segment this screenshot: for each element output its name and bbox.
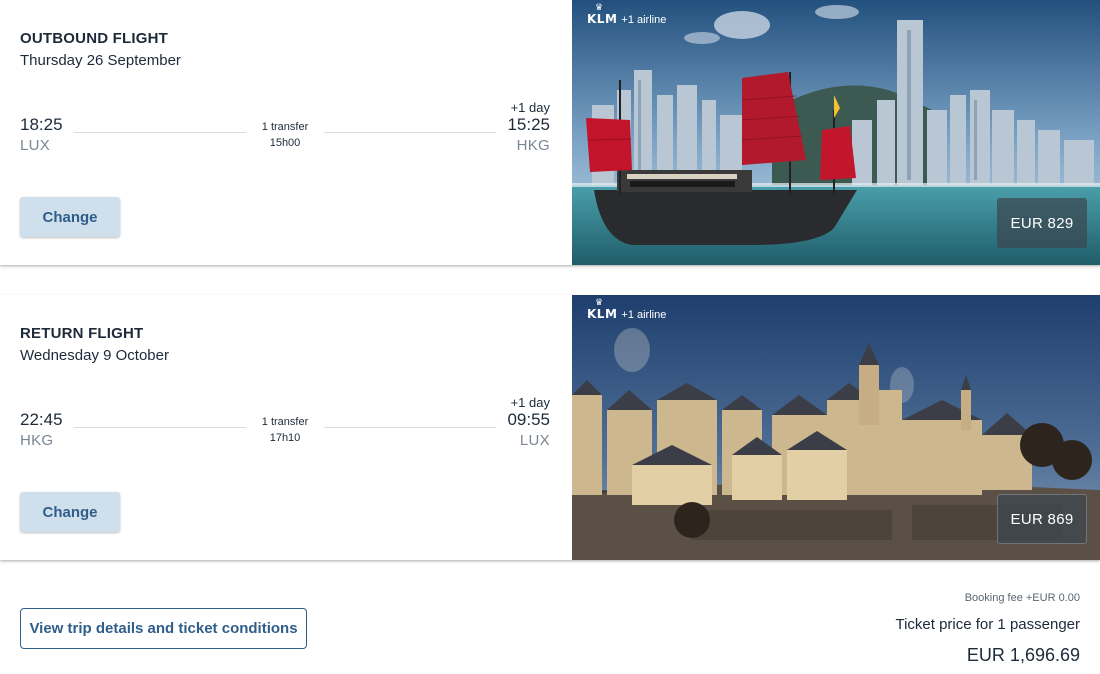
- outbound-flight-card: OUTBOUND FLIGHT Thursday 26 September 18…: [0, 0, 1100, 265]
- return-transfer-info: 1 transfer 17h10: [246, 414, 324, 446]
- route-line-right: [324, 132, 496, 133]
- klm-logo: ♛ KLM: [587, 298, 618, 321]
- return-transfer-count: 1 transfer: [261, 416, 309, 428]
- outbound-flight-info: OUTBOUND FLIGHT Thursday 26 September 18…: [0, 0, 572, 265]
- return-plus-day: +1 day: [510, 395, 550, 410]
- outbound-price: EUR 829: [997, 198, 1087, 248]
- outbound-extra-airline: +1 airline: [621, 14, 667, 26]
- outbound-change-button[interactable]: Change: [20, 197, 120, 237]
- return-extra-airline: +1 airline: [621, 309, 667, 321]
- return-flight-title: RETURN FLIGHT: [20, 325, 144, 342]
- outbound-duration: 15h00: [269, 137, 301, 149]
- return-flight-date: Wednesday 9 October: [20, 347, 169, 364]
- return-price: EUR 869: [997, 494, 1087, 544]
- return-airline-brand: ♛ KLM +1 airline: [587, 298, 667, 321]
- return-departure-time: 22:45: [20, 410, 63, 429]
- return-flight-card: RETURN FLIGHT Wednesday 9 October 22:45 …: [0, 295, 1100, 560]
- outbound-plus-day: +1 day: [510, 100, 550, 115]
- route-line-right: [324, 427, 496, 428]
- crown-icon: ♛: [595, 3, 604, 13]
- outbound-destination-photo: ♛ KLM +1 airline EUR 829: [572, 0, 1100, 265]
- return-departure-airport: HKG: [20, 432, 54, 449]
- route-line-left: [74, 427, 246, 428]
- return-destination-photo: ♛ KLM +1 airline EUR 869: [572, 295, 1100, 560]
- return-arrival-airport: LUX: [519, 432, 550, 449]
- return-arrival-time: 09:55: [507, 410, 550, 429]
- outbound-flight-date: Thursday 26 September: [20, 52, 181, 69]
- outbound-arrival-time: 15:25: [507, 115, 550, 134]
- view-trip-details-button[interactable]: View trip details and ticket conditions: [20, 608, 307, 649]
- crown-icon: ♛: [595, 298, 604, 308]
- ticket-price-label: Ticket price for 1 passenger: [895, 616, 1080, 633]
- outbound-airline-brand: ♛ KLM +1 airline: [587, 3, 667, 26]
- return-change-button[interactable]: Change: [20, 492, 120, 532]
- outbound-flight-title: OUTBOUND FLIGHT: [20, 30, 168, 47]
- klm-logo: ♛ KLM: [587, 3, 618, 26]
- total-price: EUR 1,696.69: [966, 645, 1080, 665]
- outbound-transfer-info: 1 transfer 15h00: [246, 119, 324, 151]
- booking-fee: Booking fee +EUR 0.00: [964, 592, 1080, 604]
- outbound-departure-time: 18:25: [20, 115, 63, 134]
- outbound-departure-airport: LUX: [20, 137, 51, 154]
- outbound-arrival-airport: HKG: [516, 137, 550, 154]
- return-flight-info: RETURN FLIGHT Wednesday 9 October 22:45 …: [0, 295, 572, 560]
- return-duration: 17h10: [269, 432, 301, 444]
- route-line-left: [74, 132, 246, 133]
- outbound-transfer-count: 1 transfer: [261, 121, 309, 133]
